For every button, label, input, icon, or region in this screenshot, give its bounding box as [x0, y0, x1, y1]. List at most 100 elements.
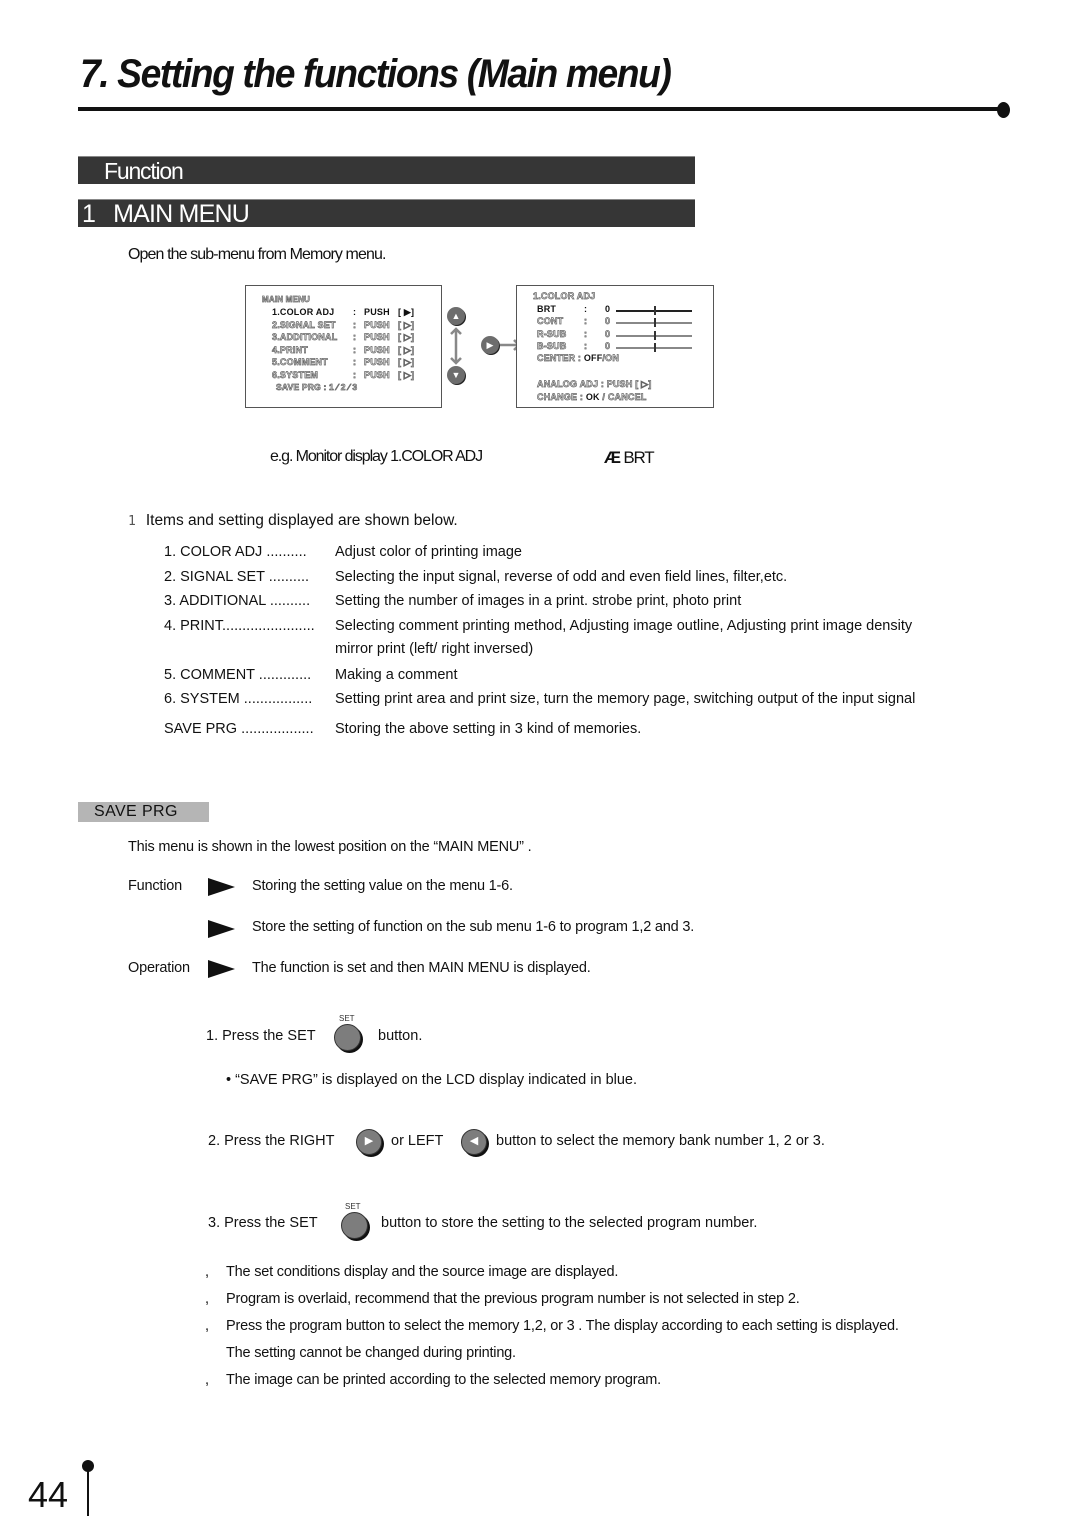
osd-menu-row-sep: : [353, 319, 357, 330]
triangle-arrow-icon [208, 920, 235, 938]
item-description: Storing the above setting in 3 kind of m… [335, 721, 642, 737]
osd-menu-row-value: PUSH [364, 369, 390, 380]
set-caption: SET [339, 1014, 355, 1023]
osd-slider-thumb [654, 330, 656, 340]
item-description: Making a comment [335, 667, 458, 683]
save-prg-tag: SAVE PRG [78, 802, 209, 822]
items-heading-text: Items and setting displayed are shown be… [145, 512, 458, 529]
osd-center-on: /ON [602, 353, 620, 364]
left-button-icon: ◀ [461, 1129, 487, 1155]
note-bullet: , [205, 1372, 209, 1388]
osd-change-row: CHANGE : OK / CANCEL [537, 392, 647, 403]
note-bullet: , [205, 1318, 209, 1334]
item-description: Adjust color of printing image [335, 544, 522, 560]
item-row: SAVE PRG .................. Storing the a… [164, 721, 641, 737]
item-row: 4. PRINT....................... Selecting… [164, 618, 912, 657]
osd-menu-row-value: PUSH [364, 357, 390, 368]
note-text: Press the program button to select the m… [226, 1318, 899, 1334]
osd-slider-sep: : [584, 304, 588, 314]
main-menu-label: MAIN MENU [113, 200, 250, 228]
osd-menu-row-bracket: [ ▷] [398, 344, 415, 355]
osd-menu-row-bracket: [ ▷] [398, 332, 415, 343]
title-rule-end-dot [997, 102, 1010, 118]
osd-change-cancel: / CANCEL [599, 392, 647, 403]
step-2-mid: or LEFT [391, 1133, 444, 1149]
page-title: 7. Setting the functions (Main menu) [80, 52, 672, 96]
osd-save-prg: SAVE PRG : 1 ⁄ 2 ⁄ 3 [276, 382, 358, 393]
note-text: The set conditions display and the sourc… [226, 1264, 619, 1280]
items-marker: 1 [128, 514, 136, 529]
osd-slider-thumb [654, 306, 656, 315]
osd-menu-row-sep: : [353, 332, 357, 343]
operation-line: The function is set and then MAIN MENU i… [252, 960, 591, 976]
item-label: 1. COLOR ADJ .......... [164, 544, 307, 560]
right-button-icon: ▶ [356, 1129, 382, 1155]
step-1-bullet: • “SAVE PRG” is displayed on the LCD dis… [226, 1072, 638, 1088]
osd-menu-row-bracket: [ ▷] [398, 357, 415, 368]
step-2-text: 2. Press the RIGHT [208, 1133, 335, 1149]
osd-change-ok: OK [585, 392, 600, 402]
osd-slider-sep: : [584, 340, 588, 352]
osd-menu-row-label: 4.PRINT [272, 344, 308, 355]
note-item: , The set conditions display and the sour… [205, 1264, 618, 1280]
triangle-arrow-icon [208, 878, 235, 896]
osd-menu-row-bracket: [ ▷] [398, 369, 415, 380]
osd-menu-row-value: PUSH [364, 344, 390, 355]
function-label: Function [128, 878, 183, 894]
step-1-post: button. [378, 1028, 423, 1044]
title-rule-divider [78, 107, 1004, 111]
osd-slider-value: 0 [605, 304, 611, 314]
up-down-arrow-icon [450, 327, 462, 365]
triangle-arrow-icon [208, 960, 235, 978]
item-row: 3. ADDITIONAL .......... Setting the numb… [164, 593, 741, 609]
main-menu-screen: MAIN MENU 1.COLOR ADJ: PUSH [ ▶] 2.SIGNAL S… [245, 285, 442, 408]
example-target-label: BRT [623, 448, 654, 467]
step-2-post: button to select the memory bank number … [496, 1133, 825, 1149]
function-section-bar: Function [78, 156, 695, 184]
osd-slider-label: BRT [537, 304, 557, 314]
note-item: , The image can be printed according to t… [205, 1372, 661, 1388]
example-target: Æ BRT [604, 448, 655, 468]
note-item: , Program is overlaid, recommend that the… [205, 1291, 800, 1307]
item-row: 2. SIGNAL SET .......... Selecting the in… [164, 569, 787, 585]
item-label: 6. SYSTEM ................. [164, 691, 313, 707]
osd-menu-row-label: 6.SYSTEM [272, 369, 319, 380]
item-label: 5. COMMENT ............. [164, 667, 312, 683]
set-caption: SET [345, 1202, 361, 1211]
item-description: Selecting comment printing method, Adjus… [335, 618, 913, 634]
osd-slider-thumb [654, 318, 656, 328]
up-button-icon: ▲ [447, 307, 465, 325]
osd-center-label: CENTER : [537, 353, 582, 364]
osd-menu-row-sep: : [353, 369, 357, 380]
osd-menu-row-value: PUSH [364, 307, 390, 317]
intro-text: Open the sub-menu from Memory menu. [128, 246, 386, 263]
item-description-continued: mirror print (left/ right inversed) [335, 641, 534, 657]
osd-main-menu-title: MAIN MENU [262, 295, 311, 305]
item-label: SAVE PRG .................. [164, 721, 314, 737]
osd-menu-row-label: 2.SIGNAL SET [272, 319, 336, 330]
right-button-icon: ▶ [481, 336, 499, 354]
page-marker-line [87, 1466, 89, 1516]
function-line-1: Storing the setting value on the menu 1-… [252, 878, 513, 894]
osd-center-row: CENTER : OFF/ON [537, 353, 620, 364]
note-bullet: , [205, 1291, 209, 1307]
item-label: 2. SIGNAL SET .......... [164, 569, 310, 585]
osd-slider-thumb [654, 342, 656, 352]
function-line-2: Store the setting of function on the sub… [252, 919, 695, 935]
osd-slider-label: B-SUB [537, 340, 567, 352]
function-section-label: Function [104, 158, 184, 184]
osd-slider-sep: : [584, 316, 588, 327]
osd-menu-row-label: 5.COMMENT [272, 357, 328, 368]
arrow-glyph-icon: Æ [604, 448, 621, 467]
osd-slider-value: 0 [605, 328, 611, 339]
example-caption: e.g. Monitor display 1.COLOR ADJ [270, 448, 483, 465]
color-adj-screen: 1.COLOR ADJ BRT: 0 CONT: 0 R-SUB: 0 B-SUB: 0 CE… [516, 285, 714, 408]
step-1-text: 1. Press the SET [206, 1028, 316, 1044]
item-row: 1. COLOR ADJ .......... Adjust color of p… [164, 544, 522, 560]
osd-menu-row-sep: : [353, 307, 357, 317]
items-heading: 1 Items and setting displayed are shown b… [128, 512, 458, 530]
osd-menu-row-sep: : [353, 357, 357, 368]
osd-analog-adj: ANALOG ADJ : PUSH [ ▷] [537, 379, 652, 390]
item-description: Setting print area and print size, turn … [335, 691, 916, 707]
osd-menu-row-sep: : [353, 344, 357, 355]
